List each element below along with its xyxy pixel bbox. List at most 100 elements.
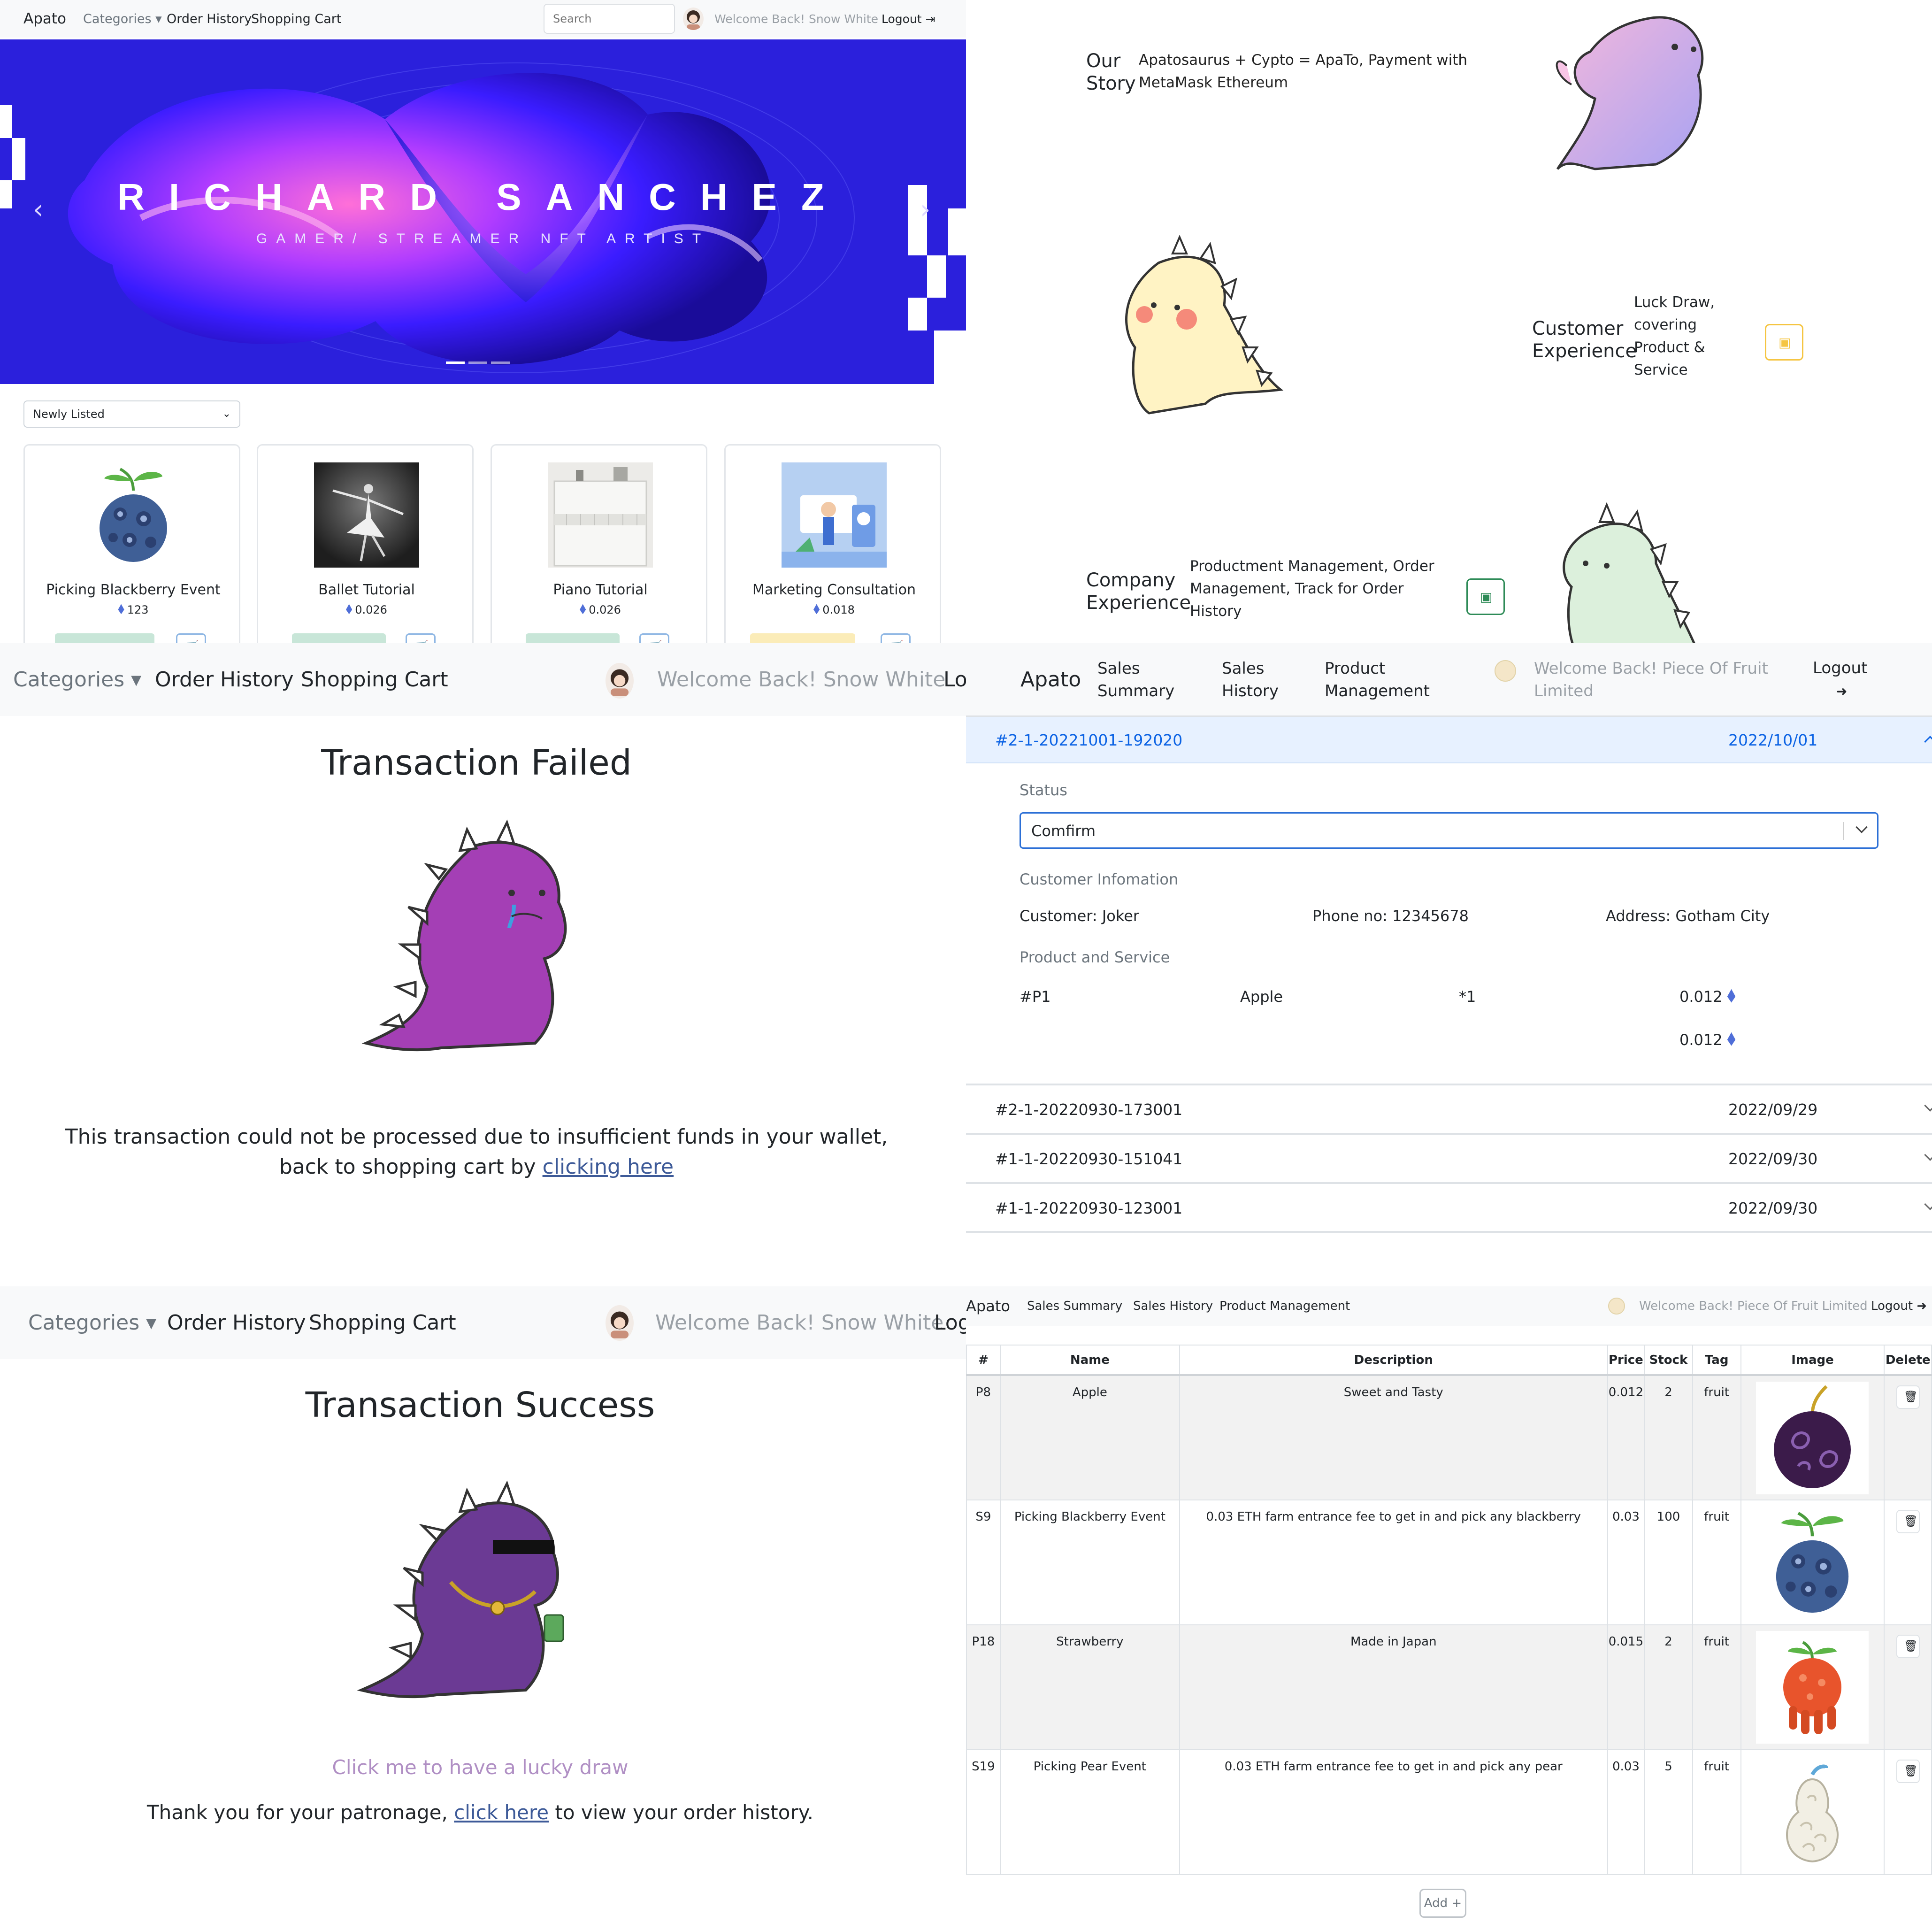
seller-logout[interactable]: Logout ➜: [1871, 1299, 1927, 1313]
cell-tag: fruit: [1692, 1624, 1741, 1750]
product-card-1[interactable]: Picking Blackberry Event 123 🛒: [23, 444, 240, 643]
col-header-name: Name: [999, 1345, 1180, 1376]
nav-sales-summary[interactable]: Sales Summary: [1027, 1299, 1122, 1313]
company-experience-button[interactable]: ▣: [1466, 578, 1505, 615]
product-card-4[interactable]: Marketing Consultation 0.018 🛒: [724, 444, 941, 643]
back-to-cart-link[interactable]: clicking here: [543, 1155, 674, 1179]
add-to-cart-button-4[interactable]: 🛒: [881, 633, 911, 643]
product-name-1: Picking Blackberry Event: [46, 582, 221, 598]
order-item-id: #P1: [1020, 988, 1051, 1006]
trash-icon: 🗑: [1903, 1639, 1918, 1653]
carousel-indicator-2[interactable]: [468, 361, 487, 364]
nav-sales-history[interactable]: Sales History: [1133, 1299, 1213, 1313]
nav-categories[interactable]: Categories ▾: [13, 668, 141, 692]
order-id: #2-1-20220930-173001: [995, 1100, 1183, 1119]
sort-select[interactable]: Newly Listed ⌄: [23, 400, 240, 428]
eth-icon: [118, 604, 124, 615]
nav-sales-summary[interactable]: Sales Summary: [1097, 657, 1174, 702]
delete-button[interactable]: 🗑: [1896, 1760, 1920, 1783]
nav-order-history[interactable]: Order History: [155, 668, 294, 692]
nav-sales-history[interactable]: Sales History: [1222, 657, 1279, 702]
seller-orders-panel: Apato Sales Summary Sales History Product M…: [966, 643, 1932, 1286]
col-header-stock: Stock: [1644, 1345, 1693, 1376]
carousel-indicators: [446, 361, 510, 364]
caret-down-icon: ▾: [155, 11, 162, 26]
customer-experience-button[interactable]: ▣: [1765, 324, 1803, 361]
avatar[interactable]: [606, 1305, 634, 1341]
seller-brand[interactable]: Apato: [966, 1297, 1010, 1315]
carousel-next-icon[interactable]: ›: [920, 194, 930, 225]
hero-carousel[interactable]: RICHARD SANCHEZ GAMER/ STREAMER NFT ARTI…: [0, 39, 966, 384]
select-divider: [1843, 822, 1844, 840]
buy-button-4[interactable]: [750, 633, 855, 643]
cell-stock: 5: [1644, 1749, 1693, 1875]
logout-link[interactable]: Logout ⇥: [882, 12, 935, 26]
avatar[interactable]: [683, 8, 704, 30]
order-accordion-header-open[interactable]: #2-1-20221001-192020 2022/10/01: [966, 715, 1932, 763]
nav-categories[interactable]: Categories ▾: [83, 12, 162, 26]
logout-icon: ➜: [1836, 683, 1848, 699]
company-title-line2: Experience: [1086, 592, 1191, 614]
cell-id: S9: [966, 1499, 1001, 1625]
eth-icon: [1727, 989, 1736, 1003]
nav-order-history[interactable]: Order History: [167, 12, 252, 26]
nav-order-history[interactable]: Order History: [167, 1311, 306, 1335]
dark-purple-fruit-icon: [1774, 1385, 1851, 1488]
status-select[interactable]: Comfirm: [1020, 812, 1878, 849]
avatar[interactable]: [606, 663, 634, 699]
seller-welcome-text: Welcome Back! Piece Of Fruit Limited: [1534, 657, 1768, 702]
product-card-3[interactable]: Piano Tutorial 0.026 🛒: [491, 444, 707, 643]
nav-categories[interactable]: Categories ▾: [28, 1311, 156, 1335]
seller-brand[interactable]: Apato: [1020, 668, 1081, 692]
story-title: Our Story: [1086, 50, 1136, 95]
cream-dino-image: [1125, 235, 1284, 415]
logout-link[interactable]: Log: [934, 1311, 966, 1335]
status-select-value: Comfirm: [1031, 822, 1096, 840]
add-to-cart-button-2[interactable]: 🛒: [406, 633, 436, 643]
delete-button[interactable]: 🗑: [1896, 1385, 1920, 1409]
welcome-text: Welcome Back! Snow White: [657, 668, 946, 692]
carousel-indicator-1[interactable]: [446, 361, 465, 364]
buy-button-2[interactable]: [292, 633, 386, 643]
col-header-tag: Tag: [1692, 1345, 1741, 1376]
cell-image: [1740, 1749, 1885, 1875]
chevron-down-icon: ⌄: [222, 408, 231, 420]
nav-shopping-cart[interactable]: Shopping Cart: [301, 668, 448, 692]
buy-button-3[interactable]: [526, 633, 620, 643]
add-product-button[interactable]: Add +: [1419, 1889, 1466, 1918]
chevron-down-icon: [1855, 821, 1868, 833]
add-to-cart-button-3[interactable]: 🛒: [639, 633, 669, 643]
nav-shopping-cart[interactable]: Shopping Cart: [251, 12, 341, 26]
view-order-history-link[interactable]: click here: [454, 1801, 549, 1824]
welcome-text: Welcome Back! Snow White: [714, 12, 879, 26]
col-header-id: #: [966, 1345, 1001, 1376]
seller-avatar[interactable]: [1608, 1298, 1625, 1315]
buy-button-1[interactable]: [55, 633, 154, 643]
logout-link[interactable]: Lo: [943, 668, 966, 692]
nav-product-management[interactable]: Product Management: [1219, 1299, 1350, 1313]
lucky-draw-link[interactable]: Click me to have a lucky draw: [0, 1756, 960, 1779]
order-accordion-header[interactable]: #1-1-20220930-151041 2022/09/30: [966, 1133, 1932, 1182]
seller-logout[interactable]: Logout ➜: [1813, 657, 1867, 703]
order-accordion-header[interactable]: #1-1-20220930-123001 2022/09/30: [966, 1182, 1932, 1233]
product-image-2: [314, 462, 419, 568]
customer-address: Address: Gotham City: [1606, 907, 1770, 925]
delete-button[interactable]: 🗑: [1896, 1635, 1920, 1658]
failed-message-line1: This transaction could not be processed …: [65, 1125, 888, 1149]
carousel-indicator-3[interactable]: [491, 361, 510, 364]
order-accordion-header[interactable]: #2-1-20220930-173001 2022/09/29: [966, 1084, 1932, 1133]
carousel-prev-icon[interactable]: ‹: [33, 194, 43, 225]
cell-name: Picking Pear Event: [999, 1749, 1180, 1875]
piano-image: [548, 462, 653, 568]
seller-avatar[interactable]: [1495, 660, 1516, 682]
add-to-cart-button-1[interactable]: 🛒: [176, 633, 206, 643]
delete-button[interactable]: 🗑: [1896, 1510, 1920, 1533]
company-experience-title: Company Experience: [1086, 569, 1191, 614]
shopping-bag-icon: ▣: [1779, 335, 1791, 350]
search-input[interactable]: [544, 4, 675, 34]
brand-logo[interactable]: Apato: [23, 10, 66, 27]
cell-description: 0.03 ETH farm entrance fee to get in and…: [1179, 1499, 1608, 1625]
nav-shopping-cart[interactable]: Shopping Cart: [309, 1311, 456, 1335]
product-card-2[interactable]: Ballet Tutorial 0.026 🛒: [257, 444, 474, 643]
nav-product-management[interactable]: Product Management: [1325, 657, 1430, 702]
